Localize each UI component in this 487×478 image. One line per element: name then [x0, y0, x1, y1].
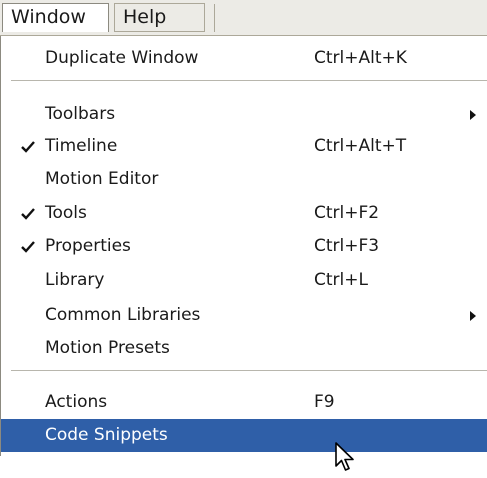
menu-item-shortcut: Ctrl+F2	[314, 203, 380, 223]
menubar-divider	[214, 4, 215, 32]
menu-separator	[11, 80, 487, 81]
menu-item-duplicate-window[interactable]: Duplicate Window Ctrl+Alt+K	[1, 42, 487, 75]
window-menu-dropdown: Duplicate Window Ctrl+Alt+K Toolbars Tim…	[0, 36, 487, 456]
checkmark-icon	[21, 241, 35, 253]
menu-item-shortcut: Ctrl+Alt+K	[314, 48, 407, 68]
submenu-arrow-icon	[470, 110, 476, 120]
menu-item-code-snippets[interactable]: Code Snippets	[1, 419, 487, 452]
menu-item-motion-editor[interactable]: Motion Editor	[1, 163, 487, 196]
checkmark-icon	[21, 208, 35, 220]
menu-item-toolbars[interactable]: Toolbars	[1, 98, 487, 131]
menu-item-label: Toolbars	[45, 104, 116, 124]
menu-item-library[interactable]: Library Ctrl+L	[1, 264, 487, 297]
menu-bar: Window Help	[0, 0, 487, 36]
menu-item-label: Timeline	[45, 136, 118, 156]
menu-item-label: Code Snippets	[45, 425, 168, 445]
menu-separator	[11, 370, 487, 371]
menu-item-label: Duplicate Window	[45, 48, 199, 68]
mouse-pointer-icon	[335, 442, 354, 471]
menu-item-shortcut: F9	[314, 392, 335, 412]
menu-item-label: Actions	[45, 392, 108, 412]
menu-item-timeline[interactable]: Timeline Ctrl+Alt+T	[1, 130, 487, 163]
menu-item-label: Library	[45, 270, 105, 290]
menu-item-shortcut: Ctrl+F3	[314, 236, 380, 256]
submenu-arrow-icon	[470, 311, 476, 321]
menu-item-label: Motion Editor	[45, 169, 159, 189]
menu-item-label: Motion Presets	[45, 338, 170, 358]
menu-item-properties[interactable]: Properties Ctrl+F3	[1, 230, 487, 263]
menu-help[interactable]: Help	[114, 3, 205, 32]
menu-window[interactable]: Window	[2, 3, 109, 32]
menu-item-shortcut: Ctrl+L	[314, 270, 368, 290]
menu-item-label: Common Libraries	[45, 305, 201, 325]
checkmark-icon	[21, 141, 35, 153]
menu-item-shortcut: Ctrl+Alt+T	[314, 136, 407, 156]
menu-item-common-libraries[interactable]: Common Libraries	[1, 299, 487, 332]
menu-item-tools[interactable]: Tools Ctrl+F2	[1, 197, 487, 230]
menu-item-label: Properties	[45, 236, 131, 256]
menu-item-motion-presets[interactable]: Motion Presets	[1, 332, 487, 365]
menu-item-actions[interactable]: Actions F9	[1, 386, 487, 419]
menu-item-label: Tools	[45, 203, 87, 223]
